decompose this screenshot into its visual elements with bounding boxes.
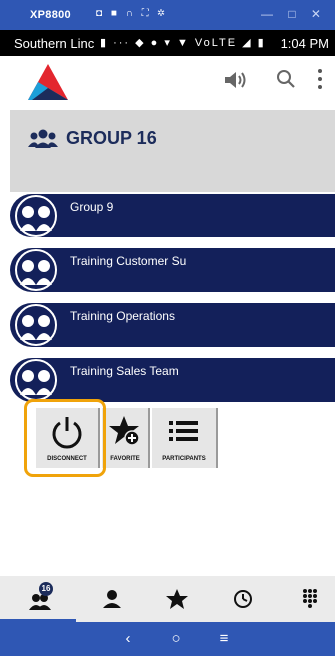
nav-contacts[interactable] <box>98 586 126 612</box>
talkgroup-avatar-icon <box>15 249 57 291</box>
app-logo <box>28 64 68 100</box>
talkgroup-item[interactable]: Group 9 <box>10 194 335 237</box>
group-header: GROUP 16 <box>10 110 335 192</box>
groups-badge: 16 <box>39 582 53 596</box>
emulator-toolbar-icons[interactable]: ◘ ■ ∩ ⛶ ✲ <box>96 8 168 19</box>
favorite-label: FAVORITE <box>110 456 140 462</box>
favorite-button[interactable]: FAVORITE <box>102 408 150 468</box>
add-favorite-icon <box>109 416 140 446</box>
status-clock: 1:04 PM <box>280 36 329 51</box>
group-icon <box>28 129 58 148</box>
system-nav-bar: ‹ ○ ≡ <box>0 622 335 656</box>
participants-button[interactable]: PARTICIPANTS <box>152 408 218 468</box>
app-bar <box>0 56 335 110</box>
history-icon <box>234 590 252 608</box>
more-vert-icon[interactable] <box>316 68 324 90</box>
bottom-nav: 16 <box>0 576 335 622</box>
status-icons: ▮ ··· ◆ ● ▾ ▼ VoLTE ◢ ▮ <box>100 37 266 49</box>
search-icon[interactable] <box>276 69 296 89</box>
talkgroup-list: Group 9 Training Customer Su Training Op… <box>10 194 335 413</box>
participants-label: PARTICIPANTS <box>162 456 206 462</box>
talkgroup-avatar-icon <box>15 304 57 346</box>
talkgroup-item[interactable]: Training Sales Team <box>10 358 335 402</box>
talkgroup-avatar-icon <box>15 195 57 237</box>
talkgroup-label: Group 9 <box>70 200 114 214</box>
recents-button[interactable]: ≡ <box>214 630 234 647</box>
favorites-icon <box>166 589 188 609</box>
emulator-title-bar: XP8800 ◘ ■ ∩ ⛶ ✲ — □ ✕ <box>0 0 335 30</box>
speaker-icon[interactable] <box>222 68 248 92</box>
talkgroup-avatar-icon <box>15 359 57 401</box>
back-button[interactable]: ‹ <box>118 630 138 647</box>
dialpad-icon <box>303 589 317 608</box>
nav-favorites[interactable] <box>163 586 191 612</box>
talkgroup-label: Training Sales Team <box>70 364 179 378</box>
nav-dialpad[interactable] <box>296 586 324 612</box>
disconnect-highlight <box>24 399 106 477</box>
contact-icon <box>103 590 121 608</box>
status-bar: Southern Linc ▮ ··· ◆ ● ▾ ▼ VoLTE ◢ ▮ 1:… <box>0 30 335 56</box>
nav-groups[interactable]: 16 <box>28 582 56 612</box>
list-icon <box>169 421 198 441</box>
group-title: GROUP 16 <box>66 128 157 148</box>
home-button[interactable]: ○ <box>166 630 186 647</box>
carrier-name: Southern Linc <box>14 36 95 51</box>
emulator-title: XP8800 <box>30 9 71 21</box>
talkgroup-item[interactable]: Training Customer Su <box>10 248 335 292</box>
talkgroup-item[interactable]: Training Operations <box>10 303 335 347</box>
window-controls[interactable]: — □ ✕ <box>261 7 327 21</box>
nav-history[interactable] <box>229 586 257 612</box>
talkgroup-label: Training Customer Su <box>70 254 187 268</box>
talkgroup-label: Training Operations <box>70 309 175 323</box>
